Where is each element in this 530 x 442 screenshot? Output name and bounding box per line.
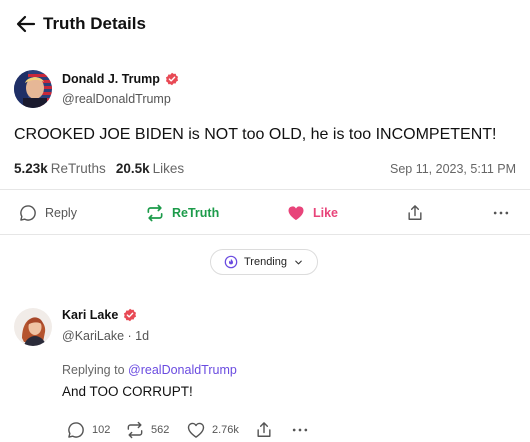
reply-author-name-text: Kari Lake — [62, 308, 119, 322]
reply-retruth-button[interactable]: 562 — [125, 420, 169, 440]
ellipsis-icon — [292, 428, 308, 432]
reply-avatar[interactable] — [14, 308, 52, 346]
share-button[interactable] — [405, 202, 425, 224]
more-options-button[interactable] — [491, 202, 511, 224]
reply-author-handle[interactable]: @KariLake — [62, 329, 124, 343]
trending-icon — [224, 255, 238, 269]
retruth-count: 562 — [151, 424, 170, 436]
verified-badge-icon — [123, 308, 137, 322]
author-handle[interactable]: @realDonaldTrump — [62, 92, 171, 106]
replying-to: Replying to @realDonaldTrump — [62, 363, 237, 377]
reply-more-options-button[interactable] — [290, 420, 310, 440]
divider — [0, 234, 530, 235]
reply-text: And TOO CORRUPT! — [62, 384, 193, 399]
share-icon — [257, 422, 271, 437]
divider — [0, 189, 530, 190]
post-stats: 5.23k ReTruths 20.5k Likes — [14, 161, 184, 176]
replying-to-link[interactable]: @realDonaldTrump — [128, 363, 237, 377]
retruth-label: ReTruth — [172, 206, 220, 220]
reply-author-meta: @KariLake · 1d — [62, 329, 149, 343]
retruths-label: ReTruths — [50, 161, 106, 176]
like-count: 2.76k — [212, 424, 239, 436]
reply-author-name[interactable]: Kari Lake — [62, 308, 137, 322]
like-button[interactable]: Like — [286, 202, 338, 224]
reply-button[interactable]: Reply — [18, 202, 77, 224]
reply-share-button[interactable] — [254, 420, 274, 440]
separator-dot: · — [127, 329, 136, 343]
likes-label: Likes — [152, 161, 185, 176]
reply-like-button[interactable]: 2.76k — [186, 420, 239, 440]
share-icon — [408, 205, 422, 220]
verified-badge-icon — [165, 72, 179, 86]
author-name-text: Donald J. Trump — [62, 72, 160, 86]
retruth-icon — [127, 421, 143, 439]
sort-dropdown[interactable]: Trending — [210, 249, 318, 275]
like-label: Like — [313, 206, 339, 220]
back-arrow-icon[interactable] — [14, 12, 38, 36]
retruth-button[interactable]: ReTruth — [145, 202, 219, 224]
reply-count: 102 — [92, 424, 111, 436]
sort-label: Trending — [243, 256, 287, 268]
retruths-stat[interactable]: 5.23k ReTruths — [14, 161, 106, 176]
likes-count: 20.5k — [115, 161, 150, 176]
avatar[interactable] — [14, 70, 52, 108]
heart-icon — [288, 206, 304, 221]
chevron-down-icon — [295, 260, 302, 264]
page-title: Truth Details — [43, 14, 146, 33]
author-name[interactable]: Donald J. Trump — [62, 72, 179, 86]
reply-icon — [20, 205, 36, 221]
reply-icon — [68, 422, 84, 438]
retruths-count: 5.23k — [14, 161, 48, 176]
retruth-icon — [147, 204, 163, 222]
ellipsis-icon — [493, 211, 509, 215]
reply-label: Reply — [45, 206, 77, 220]
reply-time: 1d — [135, 329, 150, 343]
heart-icon — [187, 422, 205, 438]
likes-stat[interactable]: 20.5k Likes — [116, 161, 184, 176]
replying-prefix: Replying to — [62, 363, 125, 377]
post-text: CROOKED JOE BIDEN is NOT too OLD, he is … — [14, 126, 497, 143]
post-date: Sep 11, 2023, 5:11 PM — [389, 162, 516, 176]
reply-reply-button[interactable]: 102 — [66, 420, 110, 440]
